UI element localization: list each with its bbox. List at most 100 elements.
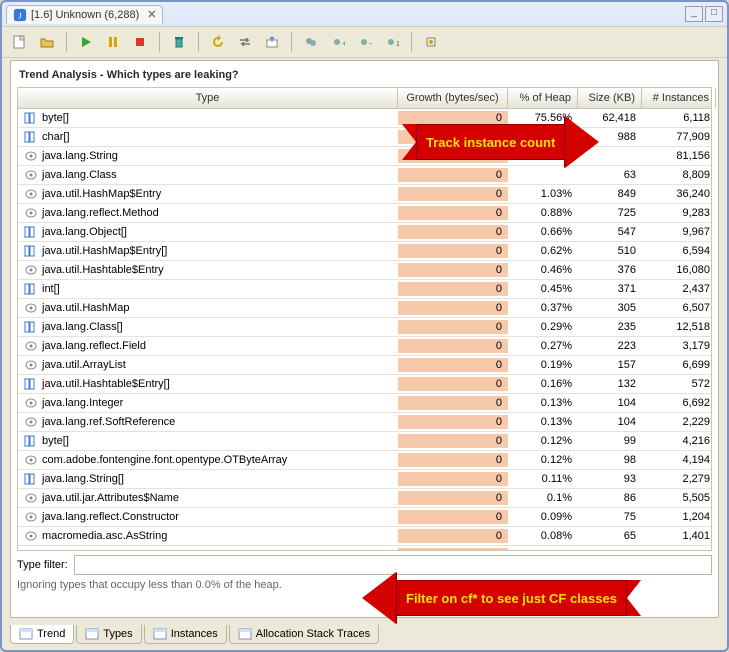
cell-instances: 9,283 <box>642 206 711 220</box>
tab-label: Instances <box>171 628 218 640</box>
cell-heap: 0.1% <box>508 491 578 505</box>
table-body[interactable]: byte[]075.56%62,4186,118char[]098877,909… <box>18 109 711 550</box>
cell-heap: 0.09% <box>508 510 578 524</box>
close-tab-icon[interactable]: ✕ <box>147 8 156 21</box>
table-row[interactable]: java.util.ArrayList00.19%1576,699 <box>18 356 711 375</box>
cell-size: 63 <box>578 168 642 182</box>
cell-heap: 0.16% <box>508 377 578 391</box>
table-row[interactable]: java.util.Hashtable$Entry00.46%37616,080 <box>18 261 711 280</box>
cell-growth: 0 <box>398 187 508 201</box>
cell-heap: 0.66% <box>508 225 578 239</box>
tab-types[interactable]: Types <box>76 625 141 644</box>
table-row[interactable]: com.adobe.fontengine.font.opentype.OTByt… <box>18 451 711 470</box>
filter-label: Type filter: <box>17 559 68 571</box>
table-row[interactable]: java.lang.reflect.Constructor00.09%751,2… <box>18 508 711 527</box>
table-row[interactable]: java.util.Hashtable$Entry[]00.16%132572 <box>18 375 711 394</box>
export-button[interactable] <box>260 30 284 54</box>
type-name: java.lang.ref.SoftReference <box>42 416 175 428</box>
swap-button[interactable] <box>233 30 257 54</box>
type-name: int[] <box>42 283 60 295</box>
cell-size: 223 <box>578 339 642 353</box>
cell-size: 157 <box>578 358 642 372</box>
class-icon <box>24 549 38 550</box>
table-row[interactable]: java.lang.Class0638,809 <box>18 166 711 185</box>
col-instances[interactable]: # Instances <box>642 88 716 108</box>
table-row[interactable]: java.lang.Integer00.13%1046,692 <box>18 394 711 413</box>
table-row[interactable]: java.util.HashMap$Entry[]00.62%5106,594 <box>18 242 711 261</box>
separator <box>291 32 292 52</box>
title-bar: J [1.6] Unknown (6,288) ✕ _ □ <box>2 2 727 26</box>
trend-table: Type Growth (bytes/sec) % of Heap Size (… <box>17 87 712 551</box>
table-row[interactable]: java.util.HashMap00.37%3056,507 <box>18 299 711 318</box>
maximize-button[interactable]: □ <box>705 6 723 22</box>
minimize-button[interactable]: _ <box>685 6 703 22</box>
pause-button[interactable] <box>101 30 125 54</box>
table-row[interactable]: char[]098877,909 <box>18 128 711 147</box>
cell-heap: 0.46% <box>508 263 578 277</box>
cell-growth: 0 <box>398 225 508 239</box>
class-icon <box>24 530 38 542</box>
table-row[interactable]: java.lang.String081,156 <box>18 147 711 166</box>
open-button[interactable] <box>35 30 59 54</box>
table-row[interactable]: java.lang.Class[]00.29%23512,518 <box>18 318 711 337</box>
tab-label: Allocation Stack Traces <box>256 628 370 640</box>
table-row[interactable]: java.lang.reflect.Field00.27%2233,179 <box>18 337 711 356</box>
stop-button[interactable] <box>128 30 152 54</box>
cell-instances: 36,240 <box>642 187 711 201</box>
table-row[interactable]: java.util.jar.Attributes$Name00.1%865,50… <box>18 489 711 508</box>
cell-instances: 81,156 <box>642 149 711 163</box>
play-button[interactable] <box>74 30 98 54</box>
gc-plus-button[interactable]: + <box>326 30 350 54</box>
delete-button[interactable] <box>167 30 191 54</box>
cell-instances: 2,437 <box>642 282 711 296</box>
col-heap[interactable]: % of Heap <box>508 88 578 108</box>
type-name: java.lang.Object[] <box>42 226 127 238</box>
table-row[interactable]: macromedia.asc.AsString00.08%651,401 <box>18 527 711 546</box>
cell-growth: 0 <box>398 548 508 550</box>
cell-heap: 0.08% <box>508 548 578 550</box>
tab-trend[interactable]: Trend <box>10 625 74 644</box>
new-button[interactable] <box>8 30 32 54</box>
callout-filter-cf: Filter on cf* to see just CF classes <box>362 572 641 624</box>
table-row[interactable]: java.util.HashMap$Entry01.03%84936,240 <box>18 185 711 204</box>
leak-button[interactable] <box>419 30 443 54</box>
array-icon <box>24 245 38 257</box>
type-name: java.util.HashMap <box>42 302 129 314</box>
refresh-button[interactable] <box>206 30 230 54</box>
cell-heap: 0.62% <box>508 244 578 258</box>
type-name: java.util.jar.Attributes <box>42 549 144 550</box>
gc-minus-button[interactable]: − <box>353 30 377 54</box>
col-growth[interactable]: Growth (bytes/sec) <box>398 88 508 108</box>
class-icon <box>24 454 38 466</box>
table-row[interactable]: byte[]00.12%994,216 <box>18 432 711 451</box>
cell-size: 65 <box>578 529 642 543</box>
table-row[interactable]: java.lang.Object[]00.66%5479,967 <box>18 223 711 242</box>
table-row[interactable]: java.lang.ref.SoftReference00.13%1042,22… <box>18 413 711 432</box>
table-row[interactable]: java.util.jar.Attributes00.08%644,148 <box>18 546 711 550</box>
gc-button[interactable] <box>299 30 323 54</box>
cell-size: 104 <box>578 415 642 429</box>
cell-size: 93 <box>578 472 642 486</box>
type-name: byte[] <box>42 112 69 124</box>
col-size[interactable]: Size (KB) <box>578 88 642 108</box>
table-row[interactable]: int[]00.45%3712,437 <box>18 280 711 299</box>
tab-alloc[interactable]: Allocation Stack Traces <box>229 625 379 644</box>
array-icon <box>24 435 38 447</box>
table-row[interactable]: java.lang.reflect.Method00.88%7259,283 <box>18 204 711 223</box>
cell-instances: 6,118 <box>642 111 711 125</box>
array-icon <box>24 473 38 485</box>
type-name: java.lang.Integer <box>42 397 123 409</box>
col-type[interactable]: Type <box>18 88 398 108</box>
gc-one-button[interactable]: 1:1 <box>380 30 404 54</box>
tab-instances[interactable]: Instances <box>144 625 227 644</box>
app-icon: J <box>13 8 27 22</box>
cell-size: 235 <box>578 320 642 334</box>
bottom-tabs: TrendTypes Instances Allocation Stack Trac… <box>10 625 381 644</box>
cell-size: 547 <box>578 225 642 239</box>
table-row[interactable]: java.lang.String[]00.11%932,279 <box>18 470 711 489</box>
window-title: [1.6] Unknown (6,288) <box>31 9 139 21</box>
class-icon <box>24 340 38 352</box>
cell-growth: 0 <box>398 358 508 372</box>
table-row[interactable]: byte[]075.56%62,4186,118 <box>18 109 711 128</box>
tab-header[interactable]: J [1.6] Unknown (6,288) ✕ <box>6 5 163 24</box>
